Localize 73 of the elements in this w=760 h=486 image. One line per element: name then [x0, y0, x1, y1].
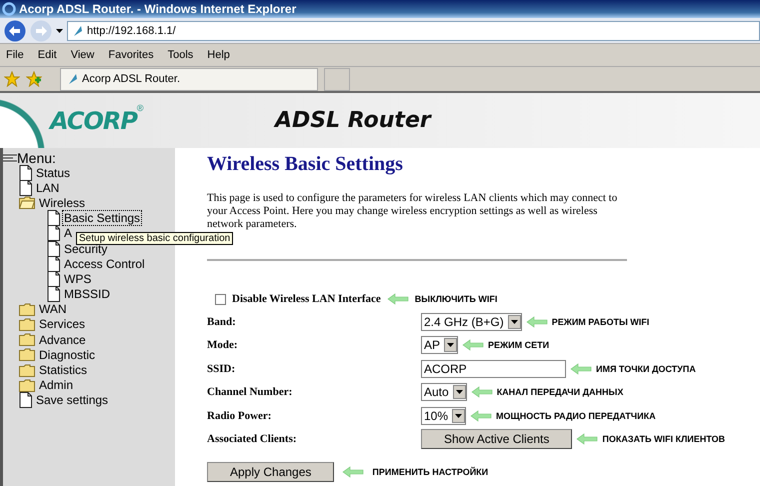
caret-icon — [456, 390, 463, 394]
menu-item[interactable]: Favorites — [108, 49, 154, 61]
banner-title: ADSL Router — [275, 108, 431, 133]
dropdown[interactable]: 10% — [421, 406, 466, 425]
field-label: Channel Number: — [207, 386, 292, 398]
menu-item[interactable]: Status — [34, 164, 72, 181]
menu-item[interactable]: Save settings — [34, 392, 110, 408]
arrow-icon — [342, 466, 364, 478]
caret-icon[interactable] — [56, 28, 63, 32]
annotation: РЕЖИМ РАБОТЫ WIFI — [552, 316, 650, 327]
arrow-icon — [470, 386, 493, 398]
logo: ACORP — [50, 106, 137, 134]
menu-item[interactable]: Diagnostic — [37, 346, 98, 363]
menu-title: Menu: — [17, 151, 56, 165]
menu-item[interactable]: Advance — [37, 332, 88, 348]
caret-icon — [447, 343, 454, 348]
add-star-icon[interactable] — [26, 71, 42, 87]
caret-icon — [510, 320, 518, 324]
caret-icon — [455, 414, 462, 418]
menu-item[interactable]: Edit — [38, 49, 57, 61]
annotation: ПРИМЕНИТЬ НАСТРОЙКИ — [372, 467, 488, 477]
browser-icon — [2, 2, 16, 16]
menu-item[interactable]: Statistics — [37, 362, 90, 378]
menu-item[interactable]: View — [70, 49, 94, 61]
ssid-field[interactable]: ACORP — [421, 360, 566, 378]
dropdown[interactable]: 2.4 GHz (B+G) — [421, 312, 522, 331]
arrow-icon — [576, 433, 598, 446]
apply-button[interactable]: Apply Changes — [207, 462, 334, 482]
arrow-icon — [470, 410, 492, 422]
tooltip: Setup wireless basic configuration — [76, 232, 234, 245]
field-label: Mode: — [207, 339, 238, 352]
menu-item[interactable]: WAN — [37, 301, 69, 318]
arrow-icon — [386, 293, 409, 305]
checkbox-label: Disable Wireless LAN Interface — [232, 293, 381, 305]
browser-tab[interactable]: Acorp ADSL Router. — [60, 68, 318, 90]
menu-item[interactable]: Admin — [37, 377, 76, 394]
menu-item[interactable]: Services — [37, 316, 88, 332]
arrow-icon — [570, 362, 592, 375]
annotation: КАНАЛ ПЕРЕДАЧИ ДАННЫХ — [496, 387, 624, 398]
menu-item[interactable]: MBSSID — [62, 286, 112, 302]
window-title: Acorp ADSL Router. - Windows Internet Explorer — [19, 2, 296, 16]
menu-item[interactable]: Access Control — [62, 256, 147, 272]
page-description: This page is used to configure the parameters for wireless LAN clients which may connect to your Access Point. Here you may change wireless encryption settings as well as wireless network parameters. — [207, 192, 618, 231]
annotation: МОЩНОСТЬ РАДИО ПЕРЕДАТЧИКА — [496, 410, 656, 421]
menu-item[interactable]: Wireless — [37, 194, 88, 211]
checkbox[interactable] — [215, 294, 226, 304]
annotation: РЕЖИМ СЕТИ — [488, 340, 550, 350]
field-label: Radio Power: — [207, 410, 272, 422]
menu-icon — [3, 153, 17, 163]
menu-item[interactable]: LAN — [34, 180, 62, 196]
page-heading: Wireless Basic Settings — [207, 153, 404, 176]
registered-mark: ® — [136, 103, 144, 113]
annotation: ПОКАЗАТЬ WIFI КЛИЕНТОВ — [602, 434, 726, 444]
field-label: Band: — [207, 316, 236, 328]
menu-item[interactable]: File — [6, 49, 24, 61]
annotation: ИМЯ ТОЧКИ ДОСТУПА — [596, 364, 696, 374]
menu-item[interactable]: Help — [207, 49, 230, 61]
show-clients-button[interactable]: Show Active Clients — [421, 429, 572, 450]
back-icon[interactable] — [4, 20, 26, 42]
menu-item[interactable]: WPS — [62, 270, 94, 287]
menu-item[interactable]: Tools — [168, 49, 194, 61]
annotation: ВЫКЛЮЧИТЬ WIFI — [414, 294, 498, 304]
dropdown[interactable]: Auto — [421, 383, 467, 402]
field-label: Associated Clients: — [207, 433, 297, 446]
dropdown[interactable]: AP — [421, 336, 458, 354]
address-field[interactable]: http://192.168.1.1/ — [67, 20, 760, 40]
field-label: SSID: — [207, 362, 236, 375]
menu-item[interactable]: A — [62, 225, 74, 242]
arrow-icon — [462, 339, 484, 352]
star-icon[interactable] — [4, 71, 20, 87]
arrow-icon — [526, 316, 548, 328]
new-tab-button[interactable] — [324, 68, 350, 90]
menu-item[interactable]: Basic Settings — [62, 210, 142, 226]
